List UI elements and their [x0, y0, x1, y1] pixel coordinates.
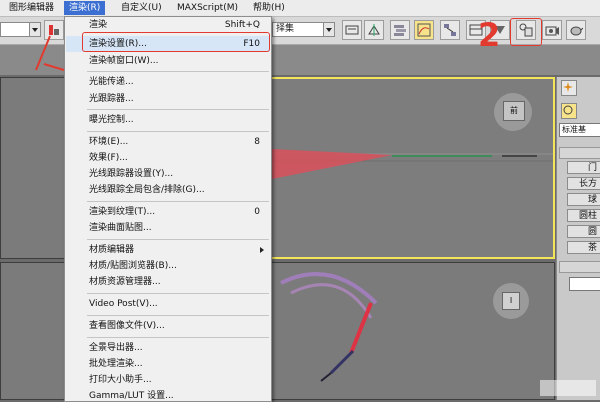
menu-item-effects[interactable]: 效果(F)... [66, 150, 270, 166]
create-button-circle[interactable]: 圆 [567, 225, 600, 238]
menu-item-label: 批处理渲染... [89, 359, 143, 369]
menu-separator [87, 109, 269, 110]
menu-item-raytracer-settings[interactable]: 光线跟踪器设置(Y)... [66, 166, 270, 182]
menu-item-label: 光跟踪器... [89, 94, 134, 104]
rendering-menu: 渲染 Shift+Q 渲染设置(R)... F10 渲染帧窗口(W)... 光能传递… [64, 16, 272, 402]
menu-item-render-to-texture[interactable]: 渲染到纹理(T)... 0 [66, 204, 270, 220]
menu-item-panorama-exporter[interactable]: 全景导出器... [66, 340, 270, 356]
selection-set-dropdown[interactable] [323, 22, 335, 37]
menu-graph-editors[interactable]: 图形编辑器 [4, 1, 59, 15]
menu-item-exposure-control[interactable]: 曝光控制... [66, 112, 270, 128]
menu-separator [87, 293, 269, 294]
curve-editor-icon[interactable] [414, 20, 434, 40]
menu-item-label: 材质编辑器 [89, 245, 135, 255]
schematic-view-icon[interactable] [440, 20, 460, 40]
menu-item-label: 效果(F)... [89, 153, 128, 163]
menu-item-view-image-file[interactable]: 查看图像文件(V)... [66, 318, 270, 334]
menu-separator [87, 131, 269, 132]
menu-item-label: 渲染 [89, 20, 108, 30]
viewcube-face-label: 前 [503, 101, 525, 121]
menu-item-material-editor[interactable]: 材质编辑器 [66, 242, 270, 258]
geometry-icon[interactable] [561, 103, 577, 119]
menu-separator [87, 71, 269, 72]
layer-manager-icon[interactable] [390, 20, 410, 40]
menu-item-gamma-lut[interactable]: Gamma/LUT 设置... [66, 388, 270, 400]
menu-item-label: 光线跟踪全局包含/排除(G)... [89, 185, 205, 195]
menu-item-shortcut: 0 [254, 207, 260, 217]
menu-item-shortcut: Shift+Q [224, 20, 260, 30]
menu-item-print-size-assistant[interactable]: 打印大小助手... [66, 372, 270, 388]
menu-customize[interactable]: 自定义(U) [116, 1, 167, 15]
menu-item-label: 光线跟踪器设置(Y)... [89, 169, 174, 179]
annotation-highlight-render-setup [82, 32, 270, 52]
menu-item-label: 渲染帧窗口(W)... [89, 56, 159, 66]
create-button-1[interactable]: 门 [567, 161, 600, 174]
create-button-sphere[interactable]: 球 [567, 193, 600, 206]
name-field[interactable] [569, 277, 600, 291]
mirror-icon[interactable] [364, 20, 384, 40]
annotation-highlight-toolbar-button [510, 18, 542, 46]
annotation-number-2: 2 [478, 16, 501, 54]
menu-separator [87, 315, 269, 316]
menu-item-video-post[interactable]: Video Post(V)... [66, 296, 270, 312]
rollout-header-2[interactable] [559, 261, 600, 273]
menu-item-label: 曝光控制... [89, 115, 134, 125]
viewcube-perspective-label: Ⅰ [502, 292, 520, 310]
menu-item-label: Video Post(V)... [89, 299, 158, 309]
menu-item-render-surface-map[interactable]: 渲染曲面贴图... [66, 220, 270, 236]
rollout-header[interactable] [559, 147, 600, 159]
menu-item-label: 材质资源管理器... [89, 277, 161, 287]
menu-item-render[interactable]: 渲染 Shift+Q [66, 17, 270, 33]
menubar: 图形编辑器 渲染(R) 自定义(U) MAXScript(M) 帮助(H) [0, 0, 600, 17]
edit-named-selection-icon[interactable] [342, 20, 362, 40]
viewcube-perspective-icon[interactable]: Ⅰ [493, 283, 529, 319]
viewcube-icon[interactable]: 前 [494, 93, 532, 131]
viewport-top-left[interactable] [0, 77, 66, 259]
menu-item-batch-render[interactable]: 批处理渲染... [66, 356, 270, 372]
create-tab-icon[interactable] [561, 80, 577, 96]
create-button-box[interactable]: 长方 [567, 177, 600, 190]
command-panel: 标准基 门 长方 球 圆柱 圆 茶 [556, 77, 600, 400]
annotation-arrow-1 [35, 35, 65, 71]
menu-separator [87, 337, 269, 338]
menu-separator [87, 201, 269, 202]
menu-item-label: 环境(E)... [89, 137, 129, 147]
selection-set-input[interactable]: 择集 [272, 22, 324, 37]
menu-item-material-map-browser[interactable]: 材质/贴图浏览器(B)... [66, 258, 270, 274]
menu-item-shortcut: 8 [254, 137, 260, 147]
object-type-dropdown[interactable]: 标准基 [559, 123, 600, 137]
menu-help[interactable]: 帮助(H) [248, 1, 290, 15]
toolbar-left-input[interactable] [0, 22, 30, 37]
menu-maxscript[interactable]: MAXScript(M) [172, 1, 243, 15]
menu-rendering[interactable]: 渲染(R) [64, 1, 106, 15]
menu-separator [87, 239, 269, 240]
render-production-icon[interactable] [542, 20, 562, 40]
menu-item-label: 渲染到纹理(T)... [89, 207, 156, 217]
menu-item-environment[interactable]: 环境(E)... 8 [66, 134, 270, 150]
menu-item-label: 全景导出器... [89, 343, 143, 353]
menu-item-raytrace-include-exclude[interactable]: 光线跟踪全局包含/排除(G)... [66, 182, 270, 198]
menu-item-light-tracer[interactable]: 光跟踪器... [66, 91, 270, 107]
submenu-arrow-icon [260, 247, 264, 253]
menu-item-rendered-frame-window[interactable]: 渲染帧窗口(W)... [66, 53, 270, 69]
create-button-teapot[interactable]: 茶 [567, 241, 600, 254]
menu-item-label: 查看图像文件(V)... [89, 321, 165, 331]
menu-item-label: 光能传递... [89, 77, 134, 87]
viewport-front[interactable]: 前 [270, 77, 555, 259]
menu-item-label: 打印大小助手... [89, 375, 152, 385]
menu-item-label: 材质/贴图浏览器(B)... [89, 261, 177, 271]
viewport-perspective[interactable]: Ⅰ [270, 262, 555, 400]
menu-item-material-explorer[interactable]: 材质资源管理器... [66, 274, 270, 290]
teapot-icon[interactable] [566, 20, 586, 40]
menu-item-radiosity[interactable]: 光能传递... [66, 74, 270, 90]
menu-item-label: 渲染曲面贴图... [89, 223, 152, 233]
watermark [540, 380, 596, 396]
menu-item-label: Gamma/LUT 设置... [89, 391, 174, 400]
create-button-cylinder[interactable]: 圆柱 [567, 209, 600, 222]
